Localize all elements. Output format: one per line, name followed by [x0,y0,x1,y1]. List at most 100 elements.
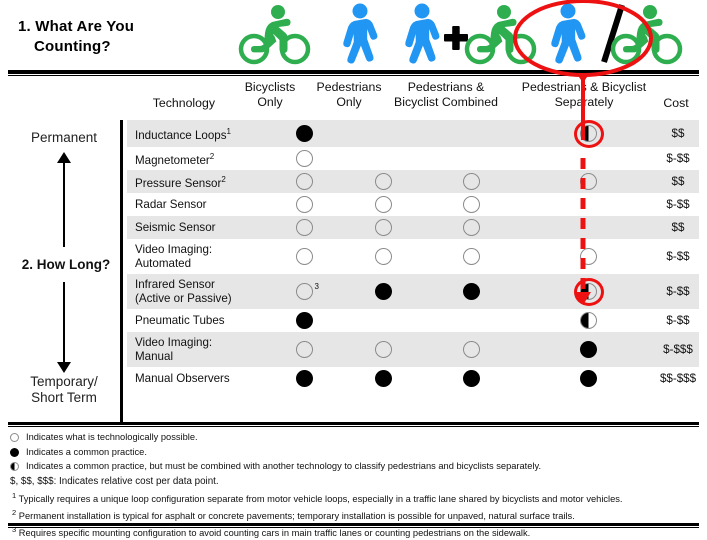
arrow-down-icon [57,362,71,373]
cell-bicyclists-only [265,196,344,213]
cell-bicyclists-only [265,125,344,142]
symbol-filled [375,283,392,300]
row-technology-name: Video Imaging: [135,242,213,256]
question-1-heading: 1. What Are You Counting? [18,17,218,57]
cell-cost: $-$$ [666,250,690,263]
cell-combined [423,370,520,387]
cell-combined [423,248,520,265]
question-1-line1: 1. What Are You [18,18,135,35]
technology-cell: Infrared Sensor (Active or Passive) [127,278,265,306]
table-row: Seismic Sensor $$ [127,216,699,239]
cell-cost: $$-$$$ [659,372,697,385]
symbol-filled [463,370,480,387]
cell-cost: $-$$ [666,152,690,165]
cell-cost: $$ [671,221,685,234]
cell-separately [520,312,657,329]
row-technology-name: Magnetometer [135,153,210,167]
cell-cost: $-$$ [666,198,690,211]
row-technology-name-line2: (Active or Passive) [135,291,232,305]
column-header-bicyclists-only: Bicyclists Only [244,80,296,109]
cell-cost: $-$$$ [663,343,693,356]
table-row: Infrared Sensor (Active or Passive) 3 $-$$ [127,274,699,309]
symbol-open [296,283,313,300]
cell-bicyclists-only [265,312,344,329]
panel-divider [120,120,123,422]
footnote-2-marker: 2 [12,507,17,517]
cell-footnote-marker: 3 [314,282,319,291]
row-technology-name: Pneumatic Tubes [135,313,225,327]
axis-label-temporary: Temporary/ Short Term [30,374,98,405]
duration-axis-panel: Permanent 2. How Long? Temporary/ Short … [10,122,118,422]
infographic-root: 1. What Are You Counting? Technology Bic… [0,0,707,538]
row-technology-name: Infrared Sensor [135,277,215,291]
cell-pedestrians-only [344,341,423,358]
cell-separately [520,248,657,265]
technology-cell: Pneumatic Tubes [127,314,265,328]
row-footnote-marker: 1 [226,126,231,136]
symbol-filled [296,125,313,142]
cell-pedestrians-only [344,248,423,265]
cell-bicyclists-only [265,219,344,236]
cell-combined [423,196,520,213]
table-row: Inductance Loops1 $$ [127,119,699,148]
legend-filled-circle-icon [10,446,25,461]
symbol-filled [296,370,313,387]
symbol-open [463,173,480,190]
symbol-filled [580,341,597,358]
footnote-2-text: Permanent installation is typical for as… [18,510,575,521]
symbol-half [580,283,597,300]
technology-cell: Manual Observers [127,372,265,386]
cell-combined [423,219,520,236]
symbol-filled [580,370,597,387]
legend-open-circle-icon [10,431,25,446]
symbol-open [463,341,480,358]
cell-bicyclists-only [265,150,344,167]
table-row: Pressure Sensor2 $$ [127,170,699,193]
legend-row-half: Indicates a common practice, but must be… [10,460,700,475]
symbol-open [296,219,313,236]
row-technology-name: Video Imaging: [135,335,213,349]
table-row: Radar Sensor $-$$ [127,193,699,216]
legend-cost-text: $, $$, $$$: Indicates relative cost per … [10,475,219,487]
legend-half-text: Indicates a common practice, but must be… [26,461,542,472]
footer-rule-thin [8,527,699,528]
symbol-open [463,196,480,213]
symbol-half [580,312,597,329]
pedestrian-slash-bicyclist-icon [544,3,684,70]
pedestrian-plus-bicyclist-icon [398,3,538,70]
column-header-separately: Pedestrians & Bicyclist Separately [521,80,647,109]
row-technology-name-line2: Manual [135,349,174,363]
table-row: Magnetometer2 $-$$ [127,147,699,170]
cell-cost: $$ [671,127,685,140]
symbol-open [375,248,392,265]
question-1-line2: Counting? [34,38,111,55]
cell-separately [520,341,657,358]
row-technology-name: Radar Sensor [135,197,207,211]
cell-cost: $$ [671,175,685,188]
symbol-half [580,125,597,142]
technology-matrix-table: Inductance Loops1 $$ Magnetometer2 $-$$ Pres… [127,119,699,390]
axis-label-permanent: Permanent [30,130,98,145]
row-technology-name: Inductance Loops [135,128,227,142]
cell-pedestrians-only [344,370,423,387]
row-technology-name: Manual Observers [135,371,230,385]
legend-filled-text: Indicates a common practice. [26,446,147,457]
cell-separately [520,277,657,306]
technology-cell: Magnetometer2 [127,150,265,168]
table-row: Pneumatic Tubes $-$$ [127,309,699,332]
row-technology-name: Seismic Sensor [135,220,216,234]
symbol-open [296,248,313,265]
symbol-open [296,341,313,358]
cell-separately [520,173,657,190]
technology-cell: Video Imaging: Manual [127,336,265,364]
bicyclist-green-icon [238,3,312,70]
symbol-open [463,248,480,265]
technology-cell: Video Imaging: Automated [127,243,265,271]
symbol-open [580,248,597,265]
pedestrian-blue-icon [336,3,384,70]
cell-separately [520,119,657,148]
cell-bicyclists-only [265,370,344,387]
footnote-3-text: Requires specific mounting configuration… [18,528,531,539]
legend-half-circle-icon [10,460,25,475]
table-row: Video Imaging: Automated $-$$ [127,239,699,274]
